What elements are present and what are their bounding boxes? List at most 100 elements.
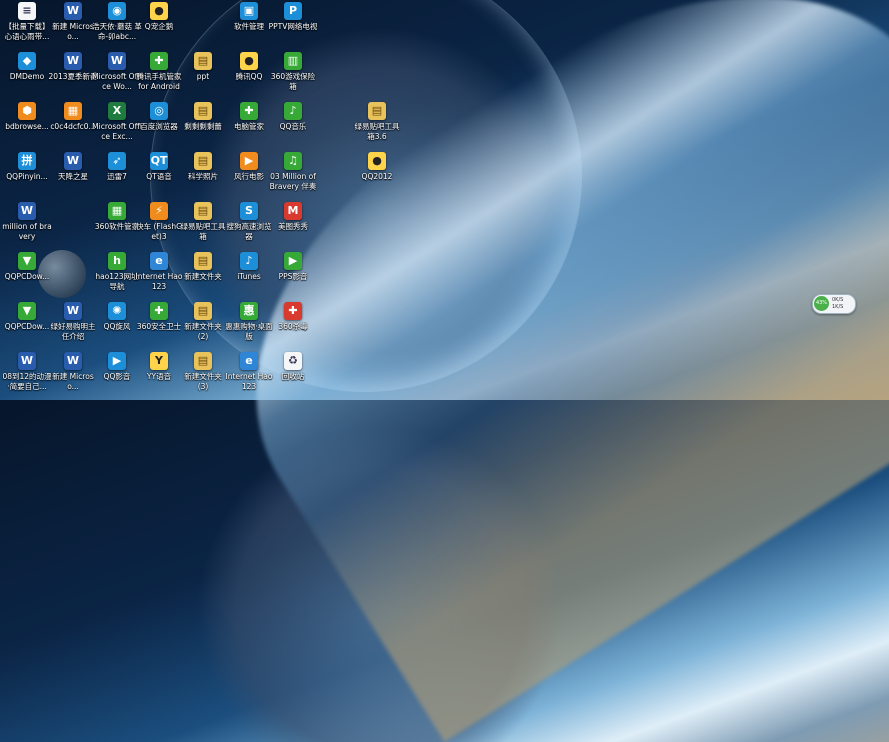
shortcut-label: ppt — [196, 72, 210, 81]
360-antivirus-icon: ✚ — [284, 302, 302, 320]
qq-pc-download-icon: ▼ — [18, 302, 36, 320]
shortcut-label: 天降之星 — [58, 172, 88, 181]
shortcut-label: 新建文件夹 — [184, 272, 222, 281]
itunes-icon: ♪ — [240, 252, 258, 270]
shortcut-label: 360游戏保险箱 — [270, 72, 316, 91]
shortcut-label: 360安全卫士 — [136, 322, 182, 331]
desktop-shortcut[interactable]: ♪ iTunes — [224, 246, 274, 282]
shortcut-label: QT语音 — [146, 172, 172, 181]
ie-icon: e — [240, 352, 258, 370]
shortcut-label: 电脑管家 — [234, 122, 264, 131]
desktop-shortcut[interactable]: ▤ 新建文件夹 — [178, 246, 228, 282]
desktop-shortcut[interactable]: ▤ 新建文件夹 (3) — [178, 346, 228, 392]
folder-icon: ▤ — [194, 102, 212, 120]
shortcut-label: 【批量下载】心语心雨带... — [4, 22, 50, 41]
desktop-shortcut[interactable]: Y YY语音 — [134, 346, 184, 382]
shortcut-label: PPTV网络电视 — [268, 22, 318, 31]
desktop-shortcut[interactable]: ✚ 360杀毒 — [268, 296, 318, 332]
desktop-shortcut[interactable]: ● QQ2012 — [352, 146, 402, 182]
desktop-shortcut[interactable]: W 新建 Microso... — [48, 0, 98, 42]
network-percent: 43% — [814, 296, 829, 311]
desktop-shortcut[interactable]: W 新建 Microso... — [48, 346, 98, 392]
desktop-shortcut[interactable]: W 天降之星 — [48, 146, 98, 182]
desktop-shortcut[interactable]: ✚ 电脑管家 — [224, 96, 274, 132]
yy-voice-icon: Y — [150, 352, 168, 370]
desktop-shortcut[interactable]: ▶ PPS影音 — [268, 246, 318, 282]
desktop-shortcut[interactable]: 拼 QQPinyin... — [2, 146, 52, 182]
phone-manager-icon: ✚ — [150, 52, 168, 70]
qq-penguin-icon: ● — [240, 52, 258, 70]
desktop-shortcut[interactable]: ▣ 软件管理 — [224, 0, 274, 32]
software-manager-icon: ▦ — [108, 202, 126, 220]
shortcut-label: 360杀毒 — [278, 322, 308, 331]
folder-icon: ▤ — [194, 352, 212, 370]
dm-demo-icon: ◆ — [18, 52, 36, 70]
sogou-browser-icon: S — [240, 202, 258, 220]
desktop-shortcut[interactable]: e Internet Hao123 — [224, 346, 274, 392]
network-speed-widget[interactable]: 43% 0K/S 1K/S — [812, 294, 856, 314]
qq-pc-download-icon: ▼ — [18, 252, 36, 270]
desktop-shortcut[interactable]: ⬢ bdbrowse... — [2, 96, 52, 132]
shortcut-label: QQ音乐 — [279, 122, 307, 131]
shortcut-label: QQPCDow... — [4, 322, 50, 331]
shortcut-label: 新建 Microso... — [52, 22, 94, 41]
pc-manager-icon: ✚ — [240, 102, 258, 120]
desktop-shortcut[interactable]: ♪ QQ音乐 — [268, 96, 318, 132]
desktop-shortcut[interactable]: ◎ 百度浏览器 — [134, 96, 184, 132]
image-file-icon: ▦ — [64, 102, 82, 120]
desktop-shortcut[interactable]: ● Q宠企鹅 — [134, 0, 184, 32]
desktop-shortcut[interactable]: ▤ ppt — [178, 46, 228, 82]
desktop-shortcut[interactable]: ◆ DMDemo — [2, 46, 52, 82]
toolbox-icon: ▤ — [194, 202, 212, 220]
shortcut-label: 腾讯手机管家 for Android — [136, 72, 182, 91]
desktop-shortcut[interactable]: P PPTV网络电视 — [268, 0, 318, 32]
download-speed: 1K/S — [832, 304, 844, 310]
desktop-shortcut[interactable]: W 2013夏季新番 — [48, 46, 98, 82]
shortcut-label: 绿好易购明主任介绍 — [50, 322, 96, 341]
shortcut-label: iTunes — [237, 272, 261, 281]
shortcut-label: DMDemo — [9, 72, 45, 81]
desktop-shortcut[interactable]: S 搜狗高速浏览器 — [224, 196, 274, 242]
word-document-icon: W — [64, 2, 82, 20]
shortcut-label: QQ2012 — [361, 172, 393, 181]
shortcut-label: bdbrowse... — [5, 122, 49, 131]
desktop-shortcut[interactable]: ▤ 绿易贴吧工具箱3.6 — [352, 96, 402, 142]
document-icon: ≡ — [18, 2, 36, 20]
desktop-shortcut[interactable]: ▶ 风行电影 — [224, 146, 274, 182]
desktop-shortcut[interactable]: ▤ 绿易贴吧工具箱 — [178, 196, 228, 242]
desktop-shortcut[interactable]: ▤ 科学照片 — [178, 146, 228, 182]
meitu-icon: M — [284, 202, 302, 220]
shortcut-label: 2013夏季新番 — [48, 72, 98, 81]
penguin-icon: ● — [150, 2, 168, 20]
desktop-shortcut[interactable]: QT QT语音 — [134, 146, 184, 182]
desktop-shortcut[interactable]: e Internet Hao123 — [134, 246, 184, 292]
desktop-shortcut[interactable]: ● 腾讯QQ — [224, 46, 274, 82]
qq-player-icon: ▶ — [108, 352, 126, 370]
desktop-shortcut[interactable]: ♻ 回收站 — [268, 346, 318, 382]
desktop-shortcut[interactable]: ▥ 360游戏保险箱 — [268, 46, 318, 92]
desktop-shortcut[interactable]: Wmillion of bravery — [2, 196, 52, 242]
shortcut-label: 快车 (FlashGet)3 — [136, 222, 182, 241]
desktop-shortcut[interactable]: ✚ 腾讯手机管家 for Android — [134, 46, 184, 92]
desktop-shortcut[interactable]: W 绿好易购明主任介绍 — [48, 296, 98, 342]
thunder-icon: ➶ — [108, 152, 126, 170]
desktop-shortcut[interactable]: ♫ 03 Million of Bravery 伴奏 — [268, 146, 318, 192]
qq-penguin-icon: ● — [368, 152, 386, 170]
desktop-shortcut[interactable]: ▼ QQPCDow... — [2, 246, 52, 282]
desktop-shortcut[interactable]: ▦ c0c4dcfc0... — [48, 96, 98, 132]
desktop-shortcut[interactable]: W 08到12的动漫·简要自己... — [2, 346, 52, 392]
qq-whirlwind-icon: ✺ — [108, 302, 126, 320]
folder-icon: ▤ — [194, 52, 212, 70]
shortcut-label: 剩剩剩剩蕾 — [184, 122, 222, 131]
baidu-browser-installer-icon: ⬢ — [18, 102, 36, 120]
shortcut-label: 软件管理 — [234, 22, 264, 31]
desktop-shortcut[interactable]: ✚ 360安全卫士 — [134, 296, 184, 332]
desktop-shortcut[interactable]: ▤ 新建文件夹 (2) — [178, 296, 228, 342]
desktop-shortcut[interactable]: ⚡ 快车 (FlashGet)3 — [134, 196, 184, 242]
desktop-shortcut[interactable]: M 美图秀秀 — [268, 196, 318, 232]
desktop-shortcut[interactable]: ▤ 剩剩剩剩蕾 — [178, 96, 228, 132]
hao123-icon: h — [108, 252, 126, 270]
desktop-shortcut[interactable]: ≡ 【批量下载】心语心雨带... — [2, 0, 52, 42]
desktop-shortcut[interactable]: 惠惠惠购物·桌面版 — [224, 296, 274, 342]
desktop-shortcut[interactable]: ▼ QQPCDow... — [2, 296, 52, 332]
